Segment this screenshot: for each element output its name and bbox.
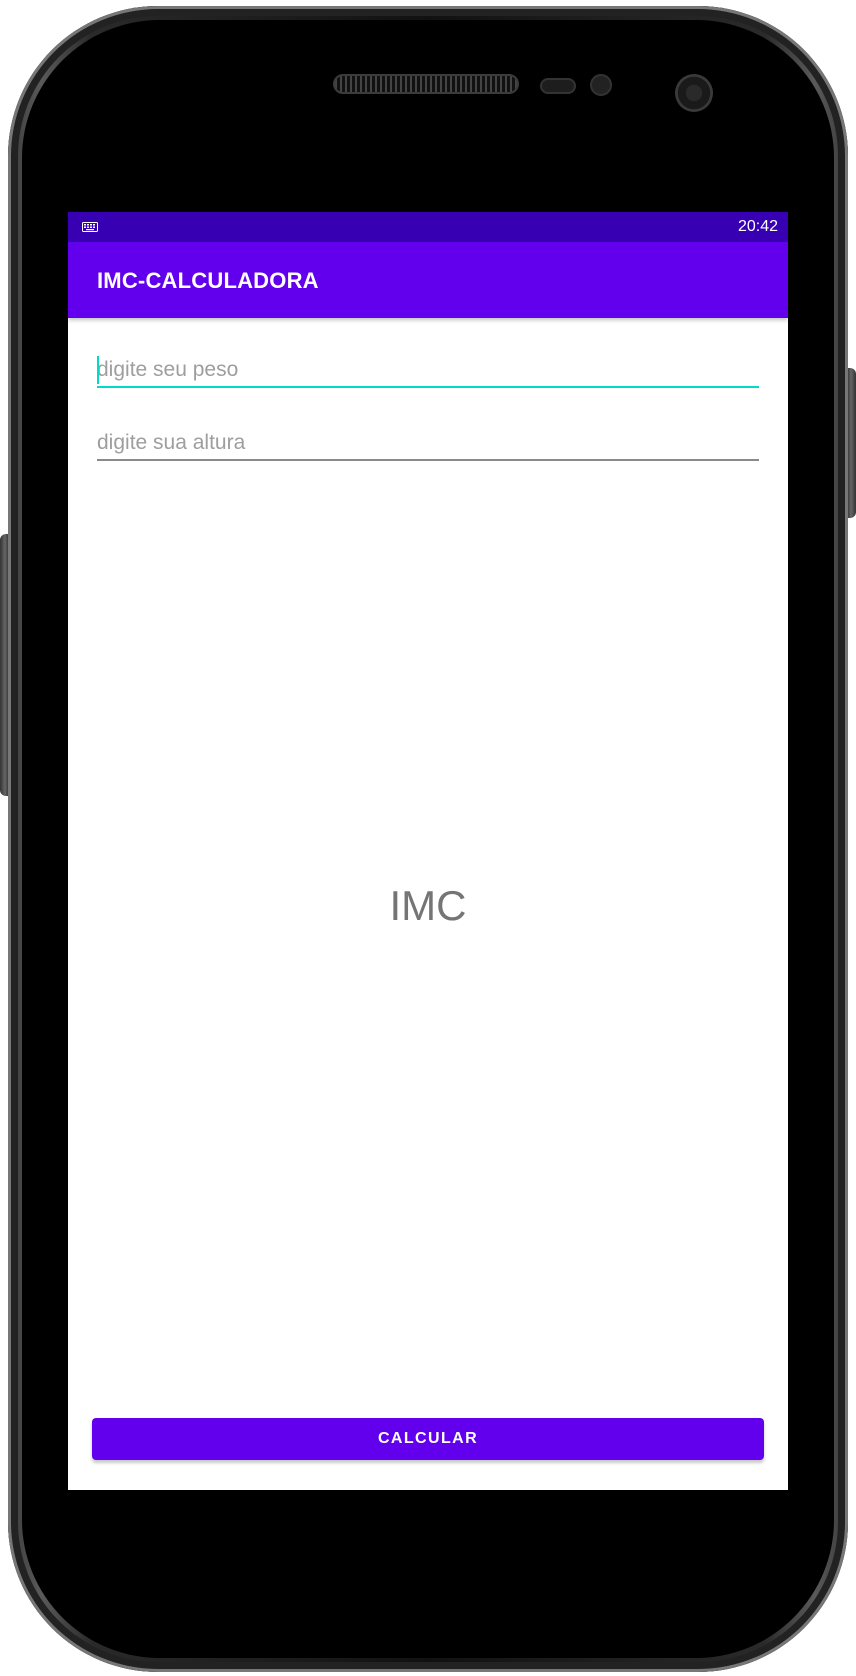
altura-field[interactable] (97, 425, 759, 463)
earpiece-speaker (333, 74, 519, 94)
status-bar: 20:42 (68, 212, 788, 242)
peso-field[interactable] (97, 352, 759, 390)
altura-input[interactable] (97, 425, 759, 461)
peso-input[interactable] (97, 352, 759, 388)
app-title: IMC-CALCULADORA (97, 268, 319, 293)
status-time: 20:42 (737, 218, 778, 235)
proximity-sensor (540, 78, 576, 94)
light-sensor (590, 74, 612, 96)
front-camera-icon (675, 74, 713, 112)
keyboard-icon (82, 222, 98, 232)
peso-underline (97, 386, 759, 388)
device-screenshot: 20:42 IMC-CALCULADORA IMC CALCULAR (0, 0, 856, 1676)
calculate-button[interactable]: CALCULAR (92, 1418, 764, 1460)
text-cursor (97, 356, 99, 384)
app-bar: IMC-CALCULADORA (68, 242, 788, 318)
imc-result-label: IMC (389, 882, 467, 929)
altura-underline (97, 459, 759, 461)
app-screen: 20:42 IMC-CALCULADORA IMC CALCULAR (68, 212, 788, 1490)
